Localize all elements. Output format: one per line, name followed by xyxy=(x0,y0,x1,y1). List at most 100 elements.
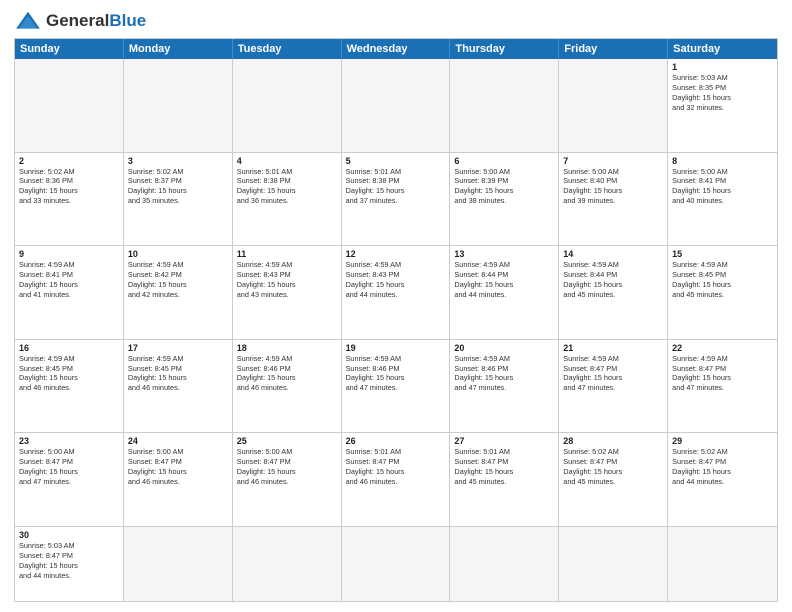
day-number: 24 xyxy=(128,436,228,446)
day-info: Sunrise: 5:00 AM Sunset: 8:40 PM Dayligh… xyxy=(563,167,663,206)
cal-cell-day-23: 23Sunrise: 5:00 AM Sunset: 8:47 PM Dayli… xyxy=(15,433,124,526)
cal-cell-empty xyxy=(668,527,777,601)
day-number: 22 xyxy=(672,343,773,353)
day-number: 1 xyxy=(672,62,773,72)
day-number: 17 xyxy=(128,343,228,353)
day-number: 7 xyxy=(563,156,663,166)
day-info: Sunrise: 4:59 AM Sunset: 8:42 PM Dayligh… xyxy=(128,260,228,299)
cal-cell-day-17: 17Sunrise: 4:59 AM Sunset: 8:45 PM Dayli… xyxy=(124,340,233,433)
cal-cell-day-22: 22Sunrise: 4:59 AM Sunset: 8:47 PM Dayli… xyxy=(668,340,777,433)
cal-cell-day-2: 2Sunrise: 5:02 AM Sunset: 8:36 PM Daylig… xyxy=(15,153,124,246)
cal-cell-day-20: 20Sunrise: 4:59 AM Sunset: 8:46 PM Dayli… xyxy=(450,340,559,433)
day-number: 8 xyxy=(672,156,773,166)
day-number: 26 xyxy=(346,436,446,446)
calendar: SundayMondayTuesdayWednesdayThursdayFrid… xyxy=(14,38,778,602)
cal-cell-empty xyxy=(342,59,451,152)
cal-header-saturday: Saturday xyxy=(668,39,777,59)
day-info: Sunrise: 4:59 AM Sunset: 8:44 PM Dayligh… xyxy=(454,260,554,299)
day-number: 5 xyxy=(346,156,446,166)
day-number: 29 xyxy=(672,436,773,446)
day-info: Sunrise: 5:03 AM Sunset: 8:35 PM Dayligh… xyxy=(672,73,773,112)
day-info: Sunrise: 4:59 AM Sunset: 8:46 PM Dayligh… xyxy=(346,354,446,393)
day-info: Sunrise: 5:02 AM Sunset: 8:37 PM Dayligh… xyxy=(128,167,228,206)
day-number: 16 xyxy=(19,343,119,353)
cal-cell-empty xyxy=(559,59,668,152)
cal-cell-day-15: 15Sunrise: 4:59 AM Sunset: 8:45 PM Dayli… xyxy=(668,246,777,339)
day-info: Sunrise: 5:01 AM Sunset: 8:38 PM Dayligh… xyxy=(346,167,446,206)
cal-cell-day-28: 28Sunrise: 5:02 AM Sunset: 8:47 PM Dayli… xyxy=(559,433,668,526)
cal-cell-day-21: 21Sunrise: 4:59 AM Sunset: 8:47 PM Dayli… xyxy=(559,340,668,433)
cal-cell-day-18: 18Sunrise: 4:59 AM Sunset: 8:46 PM Dayli… xyxy=(233,340,342,433)
cal-cell-day-9: 9Sunrise: 4:59 AM Sunset: 8:41 PM Daylig… xyxy=(15,246,124,339)
cal-row-2: 9Sunrise: 4:59 AM Sunset: 8:41 PM Daylig… xyxy=(15,245,777,339)
cal-row-1: 2Sunrise: 5:02 AM Sunset: 8:36 PM Daylig… xyxy=(15,152,777,246)
day-info: Sunrise: 4:59 AM Sunset: 8:45 PM Dayligh… xyxy=(128,354,228,393)
page-header: GeneralBlue xyxy=(14,10,778,32)
cal-cell-empty xyxy=(124,527,233,601)
day-info: Sunrise: 4:59 AM Sunset: 8:44 PM Dayligh… xyxy=(563,260,663,299)
logo-text: GeneralBlue xyxy=(46,12,146,31)
cal-cell-day-14: 14Sunrise: 4:59 AM Sunset: 8:44 PM Dayli… xyxy=(559,246,668,339)
cal-cell-empty xyxy=(559,527,668,601)
day-number: 28 xyxy=(563,436,663,446)
day-info: Sunrise: 4:59 AM Sunset: 8:46 PM Dayligh… xyxy=(454,354,554,393)
day-number: 4 xyxy=(237,156,337,166)
cal-cell-day-4: 4Sunrise: 5:01 AM Sunset: 8:38 PM Daylig… xyxy=(233,153,342,246)
day-info: Sunrise: 4:59 AM Sunset: 8:45 PM Dayligh… xyxy=(672,260,773,299)
cal-cell-empty xyxy=(450,59,559,152)
day-number: 2 xyxy=(19,156,119,166)
day-info: Sunrise: 5:00 AM Sunset: 8:39 PM Dayligh… xyxy=(454,167,554,206)
day-number: 30 xyxy=(19,530,119,540)
cal-cell-day-24: 24Sunrise: 5:00 AM Sunset: 8:47 PM Dayli… xyxy=(124,433,233,526)
day-number: 3 xyxy=(128,156,228,166)
cal-header-thursday: Thursday xyxy=(450,39,559,59)
cal-header-wednesday: Wednesday xyxy=(342,39,451,59)
cal-cell-day-1: 1Sunrise: 5:03 AM Sunset: 8:35 PM Daylig… xyxy=(668,59,777,152)
day-info: Sunrise: 5:02 AM Sunset: 8:36 PM Dayligh… xyxy=(19,167,119,206)
day-info: Sunrise: 5:00 AM Sunset: 8:41 PM Dayligh… xyxy=(672,167,773,206)
day-number: 6 xyxy=(454,156,554,166)
day-info: Sunrise: 4:59 AM Sunset: 8:43 PM Dayligh… xyxy=(346,260,446,299)
day-info: Sunrise: 5:03 AM Sunset: 8:47 PM Dayligh… xyxy=(19,541,119,580)
cal-cell-day-27: 27Sunrise: 5:01 AM Sunset: 8:47 PM Dayli… xyxy=(450,433,559,526)
day-number: 21 xyxy=(563,343,663,353)
cal-header-friday: Friday xyxy=(559,39,668,59)
cal-cell-day-6: 6Sunrise: 5:00 AM Sunset: 8:39 PM Daylig… xyxy=(450,153,559,246)
cal-cell-empty xyxy=(342,527,451,601)
day-info: Sunrise: 4:59 AM Sunset: 8:47 PM Dayligh… xyxy=(563,354,663,393)
cal-cell-empty xyxy=(233,59,342,152)
day-number: 25 xyxy=(237,436,337,446)
cal-cell-day-12: 12Sunrise: 4:59 AM Sunset: 8:43 PM Dayli… xyxy=(342,246,451,339)
day-info: Sunrise: 5:01 AM Sunset: 8:38 PM Dayligh… xyxy=(237,167,337,206)
cal-cell-day-11: 11Sunrise: 4:59 AM Sunset: 8:43 PM Dayli… xyxy=(233,246,342,339)
cal-cell-day-5: 5Sunrise: 5:01 AM Sunset: 8:38 PM Daylig… xyxy=(342,153,451,246)
cal-cell-day-30: 30Sunrise: 5:03 AM Sunset: 8:47 PM Dayli… xyxy=(15,527,124,601)
cal-header-sunday: Sunday xyxy=(15,39,124,59)
day-number: 13 xyxy=(454,249,554,259)
logo: GeneralBlue xyxy=(14,10,146,32)
day-info: Sunrise: 5:02 AM Sunset: 8:47 PM Dayligh… xyxy=(563,447,663,486)
cal-cell-empty xyxy=(15,59,124,152)
day-number: 9 xyxy=(19,249,119,259)
day-info: Sunrise: 5:01 AM Sunset: 8:47 PM Dayligh… xyxy=(346,447,446,486)
cal-cell-day-8: 8Sunrise: 5:00 AM Sunset: 8:41 PM Daylig… xyxy=(668,153,777,246)
cal-cell-empty xyxy=(450,527,559,601)
day-number: 23 xyxy=(19,436,119,446)
day-info: Sunrise: 4:59 AM Sunset: 8:46 PM Dayligh… xyxy=(237,354,337,393)
cal-cell-day-26: 26Sunrise: 5:01 AM Sunset: 8:47 PM Dayli… xyxy=(342,433,451,526)
cal-cell-day-16: 16Sunrise: 4:59 AM Sunset: 8:45 PM Dayli… xyxy=(15,340,124,433)
cal-row-4: 23Sunrise: 5:00 AM Sunset: 8:47 PM Dayli… xyxy=(15,432,777,526)
day-number: 14 xyxy=(563,249,663,259)
cal-cell-day-29: 29Sunrise: 5:02 AM Sunset: 8:47 PM Dayli… xyxy=(668,433,777,526)
day-info: Sunrise: 4:59 AM Sunset: 8:45 PM Dayligh… xyxy=(19,354,119,393)
day-number: 12 xyxy=(346,249,446,259)
cal-header-monday: Monday xyxy=(124,39,233,59)
day-number: 15 xyxy=(672,249,773,259)
day-number: 19 xyxy=(346,343,446,353)
cal-cell-empty xyxy=(124,59,233,152)
day-number: 10 xyxy=(128,249,228,259)
day-number: 11 xyxy=(237,249,337,259)
cal-cell-day-13: 13Sunrise: 4:59 AM Sunset: 8:44 PM Dayli… xyxy=(450,246,559,339)
day-info: Sunrise: 4:59 AM Sunset: 8:41 PM Dayligh… xyxy=(19,260,119,299)
cal-row-last: 30Sunrise: 5:03 AM Sunset: 8:47 PM Dayli… xyxy=(15,526,777,601)
